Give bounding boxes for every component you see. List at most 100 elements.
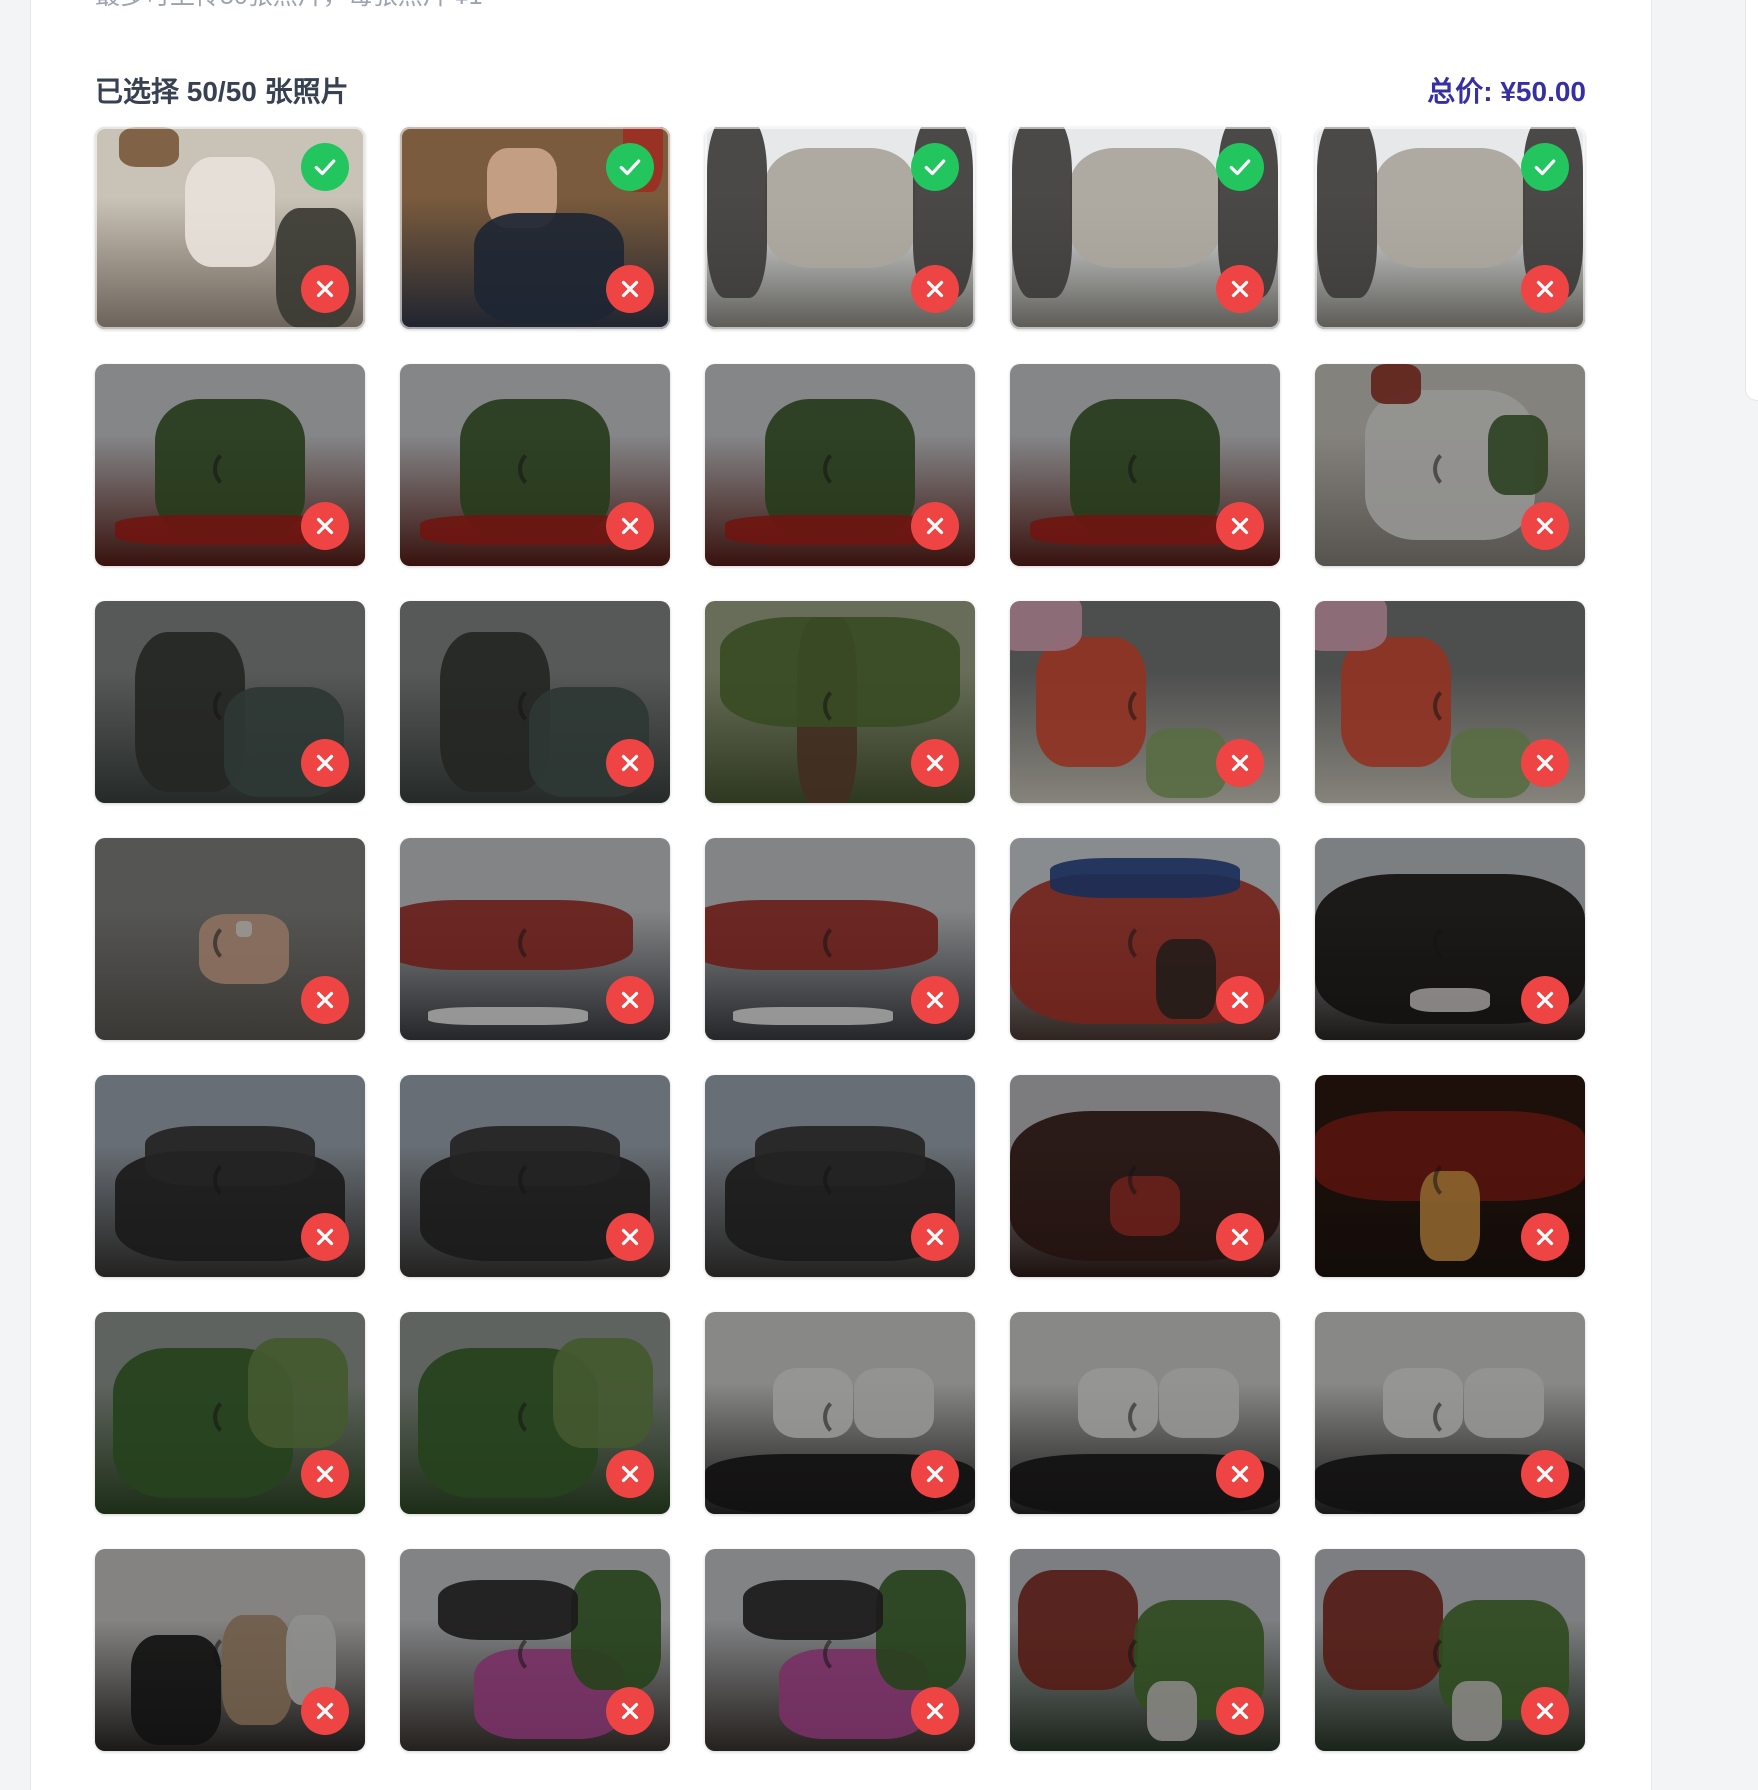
- remove-photo-button[interactable]: [1216, 1687, 1264, 1735]
- remove-photo-button[interactable]: [1216, 1450, 1264, 1498]
- selected-check-button[interactable]: [1521, 143, 1569, 191]
- remove-photo-button[interactable]: [911, 1213, 959, 1261]
- remove-photo-button[interactable]: [301, 1213, 349, 1261]
- close-icon: [312, 1224, 338, 1250]
- photo-tile[interactable]: [705, 1075, 975, 1277]
- close-icon: [1532, 1461, 1558, 1487]
- remove-photo-button[interactable]: [911, 502, 959, 550]
- selected-check-button[interactable]: [606, 143, 654, 191]
- photo-tile[interactable]: [1010, 1075, 1280, 1277]
- loading-spinner-icon: [823, 685, 865, 727]
- photo-tile[interactable]: [1315, 1075, 1585, 1277]
- photo-tile[interactable]: [400, 1312, 670, 1514]
- photo-tile[interactable]: [95, 1549, 365, 1751]
- photo-tile[interactable]: [705, 364, 975, 566]
- remove-photo-button[interactable]: [301, 739, 349, 787]
- photo-tile[interactable]: [1315, 1549, 1585, 1751]
- remove-photo-button[interactable]: [1216, 739, 1264, 787]
- photo-tile[interactable]: [705, 1312, 975, 1514]
- photo-tile[interactable]: [400, 1549, 670, 1751]
- remove-photo-button[interactable]: [606, 502, 654, 550]
- close-icon: [1532, 1698, 1558, 1724]
- remove-photo-button[interactable]: [606, 1687, 654, 1735]
- photo-tile[interactable]: [400, 127, 670, 329]
- close-icon: [617, 513, 643, 539]
- check-icon: [312, 154, 338, 180]
- remove-photo-button[interactable]: [1521, 739, 1569, 787]
- loading-spinner-icon: [518, 1396, 560, 1438]
- photo-tile[interactable]: [95, 601, 365, 803]
- remove-photo-button[interactable]: [606, 739, 654, 787]
- selected-check-button[interactable]: [301, 143, 349, 191]
- remove-photo-button[interactable]: [606, 1450, 654, 1498]
- close-icon: [1532, 987, 1558, 1013]
- selected-check-button[interactable]: [911, 143, 959, 191]
- close-icon: [1532, 750, 1558, 776]
- photo-tile[interactable]: [400, 601, 670, 803]
- close-icon: [922, 1224, 948, 1250]
- remove-photo-button[interactable]: [301, 265, 349, 313]
- photo-tile[interactable]: [400, 1075, 670, 1277]
- remove-photo-button[interactable]: [1521, 502, 1569, 550]
- photo-tile[interactable]: [705, 127, 975, 329]
- remove-photo-button[interactable]: [911, 976, 959, 1024]
- photo-tile[interactable]: [1010, 601, 1280, 803]
- photo-tile[interactable]: [1010, 364, 1280, 566]
- photo-tile[interactable]: [95, 1075, 365, 1277]
- remove-photo-button[interactable]: [1521, 265, 1569, 313]
- remove-photo-button[interactable]: [1216, 502, 1264, 550]
- close-icon: [312, 987, 338, 1013]
- close-icon: [1227, 987, 1253, 1013]
- loading-spinner-icon: [1433, 1159, 1475, 1201]
- check-icon: [617, 154, 643, 180]
- remove-photo-button[interactable]: [911, 1450, 959, 1498]
- selected-check-button[interactable]: [1216, 143, 1264, 191]
- remove-photo-button[interactable]: [606, 1213, 654, 1261]
- remove-photo-button[interactable]: [911, 739, 959, 787]
- remove-photo-button[interactable]: [301, 1450, 349, 1498]
- photo-tile[interactable]: [705, 1549, 975, 1751]
- remove-photo-button[interactable]: [911, 1687, 959, 1735]
- remove-photo-button[interactable]: [606, 265, 654, 313]
- photo-tile[interactable]: [400, 364, 670, 566]
- photo-tile[interactable]: [95, 838, 365, 1040]
- check-icon: [1532, 154, 1558, 180]
- photo-tile[interactable]: [95, 127, 365, 329]
- remove-photo-button[interactable]: [1216, 976, 1264, 1024]
- photo-tile[interactable]: [1315, 127, 1585, 329]
- remove-photo-button[interactable]: [301, 1687, 349, 1735]
- remove-photo-button[interactable]: [1521, 1687, 1569, 1735]
- remove-photo-button[interactable]: [1216, 1213, 1264, 1261]
- photo-tile[interactable]: [95, 1312, 365, 1514]
- photo-tile[interactable]: [1315, 838, 1585, 1040]
- photo-tile[interactable]: [705, 838, 975, 1040]
- remove-photo-button[interactable]: [301, 976, 349, 1024]
- photo-tile[interactable]: [1315, 364, 1585, 566]
- close-icon: [617, 987, 643, 1013]
- photo-tile[interactable]: [1315, 601, 1585, 803]
- photo-tile[interactable]: [95, 364, 365, 566]
- photo-tile[interactable]: [1315, 1312, 1585, 1514]
- loading-spinner-icon: [518, 448, 560, 490]
- loading-spinner-icon: [213, 1396, 255, 1438]
- remove-photo-button[interactable]: [1521, 1213, 1569, 1261]
- photo-tile[interactable]: [400, 838, 670, 1040]
- photo-tile[interactable]: [1010, 1312, 1280, 1514]
- remove-photo-button[interactable]: [911, 265, 959, 313]
- loading-spinner-icon: [1128, 448, 1170, 490]
- remove-photo-button[interactable]: [1216, 265, 1264, 313]
- photo-tile[interactable]: [705, 601, 975, 803]
- photo-tile[interactable]: [1010, 838, 1280, 1040]
- remove-photo-button[interactable]: [301, 502, 349, 550]
- photo-tile[interactable]: [1010, 1549, 1280, 1751]
- total-price: 总价: ¥50.00: [1427, 76, 1586, 107]
- remove-photo-button[interactable]: [1521, 1450, 1569, 1498]
- remove-photo-button[interactable]: [606, 976, 654, 1024]
- loading-spinner-icon: [518, 922, 560, 964]
- loading-spinner-icon: [213, 1159, 255, 1201]
- selected-count: 已选择 50/50 张照片: [95, 76, 349, 107]
- remove-photo-button[interactable]: [1521, 976, 1569, 1024]
- photo-tile[interactable]: [1010, 127, 1280, 329]
- loading-spinner-icon: [1433, 922, 1475, 964]
- loading-spinner-icon: [1433, 448, 1475, 490]
